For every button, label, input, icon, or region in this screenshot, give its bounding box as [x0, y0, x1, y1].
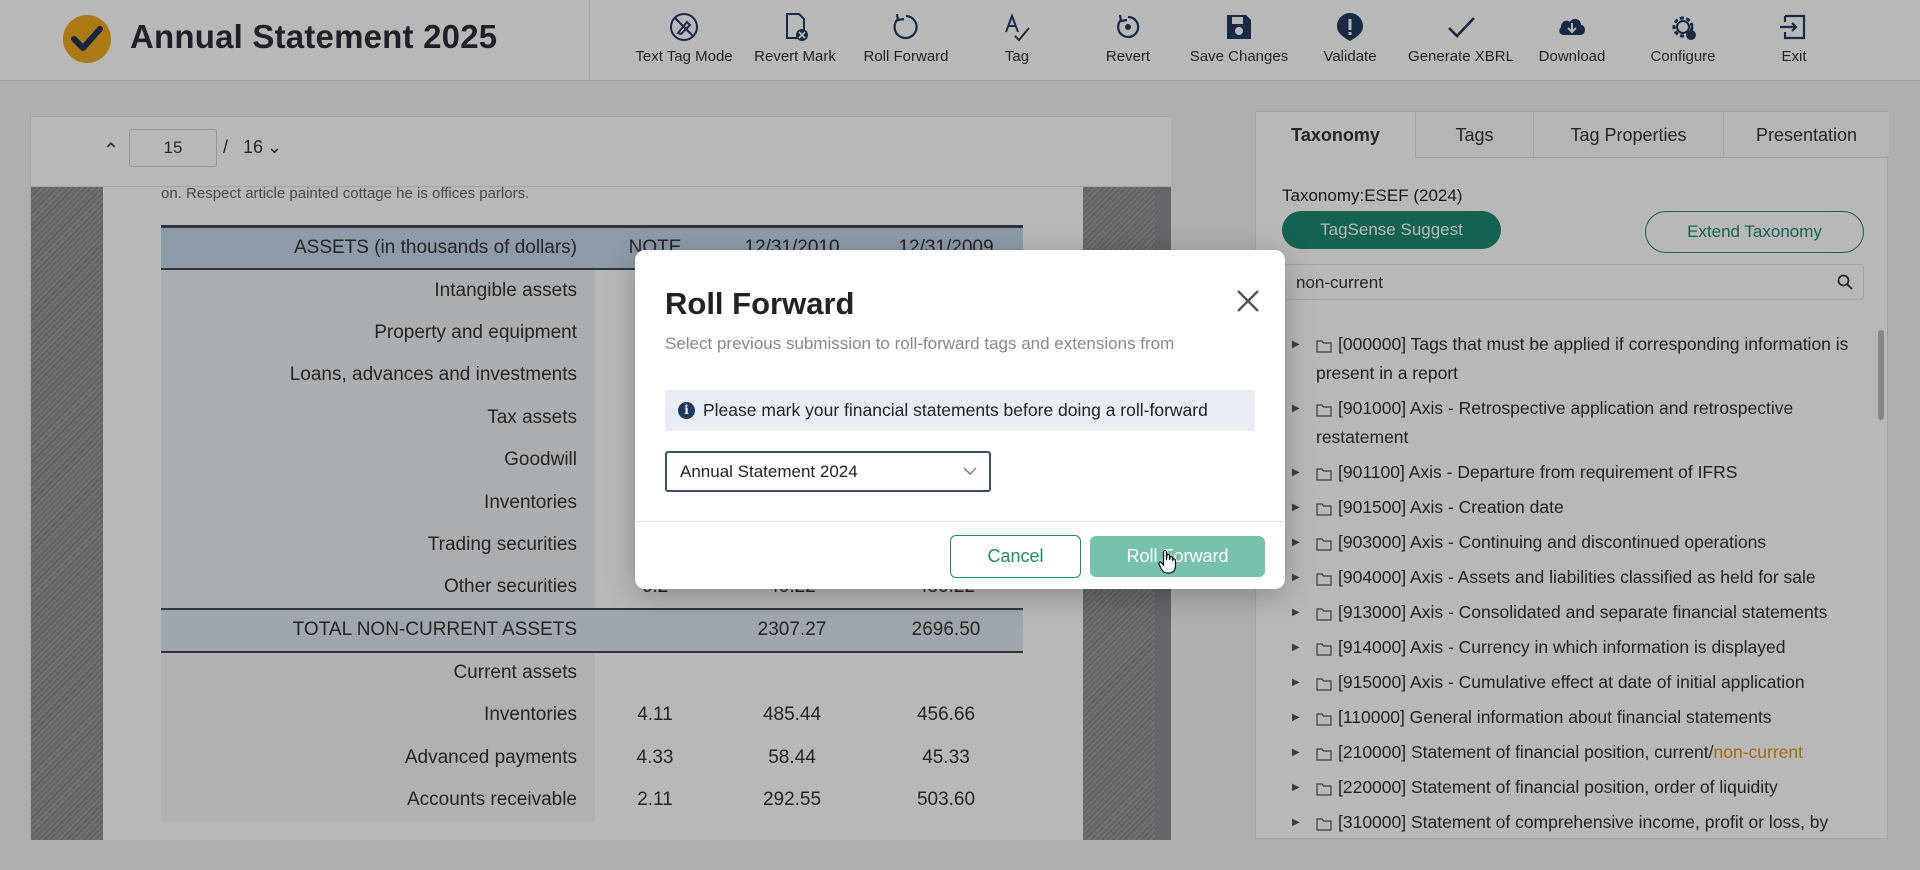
selected-submission: Annual Statement 2024 [680, 462, 858, 481]
close-icon[interactable] [1233, 286, 1263, 316]
info-text: Please mark your financial statements be… [703, 400, 1208, 420]
info-icon: i [678, 402, 695, 419]
chevron-down-icon [963, 467, 977, 475]
cancel-button[interactable]: Cancel [950, 535, 1081, 578]
roll-forward-dialog: Roll Forward Select previous submission … [635, 250, 1285, 589]
submission-select[interactable]: Annual Statement 2024 [665, 451, 991, 492]
info-banner: i Please mark your financial statements … [665, 390, 1255, 431]
dialog-title: Roll Forward [665, 286, 855, 321]
dialog-divider [635, 521, 1285, 522]
dialog-subtitle: Select previous submission to roll-forwa… [665, 334, 1175, 353]
hand-cursor-icon [1158, 549, 1177, 574]
